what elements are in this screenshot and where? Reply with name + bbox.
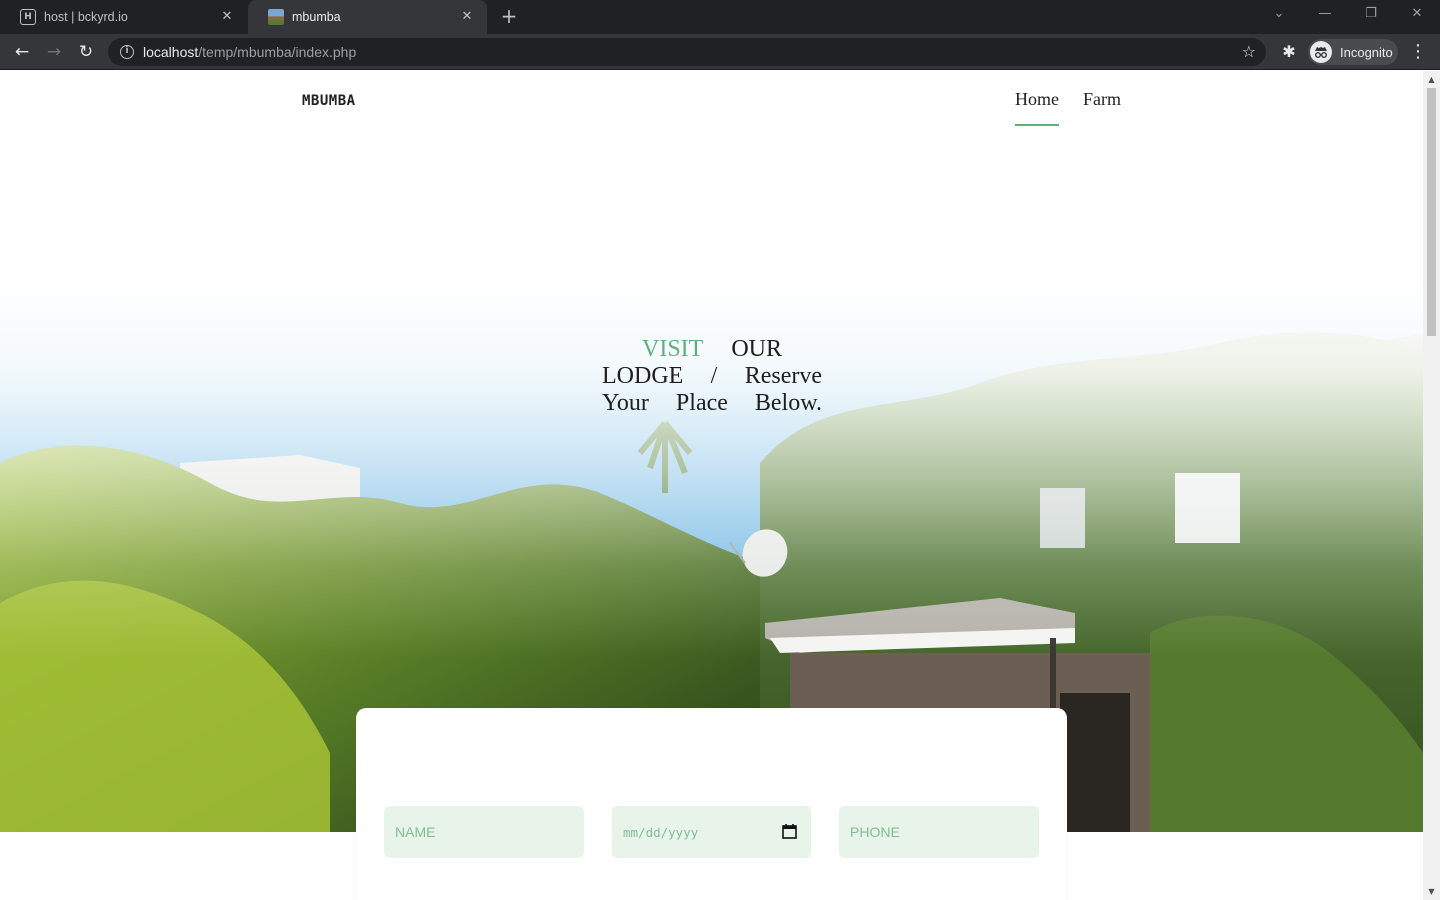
- forward-arrow-icon[interactable]: →: [42, 40, 66, 64]
- site-logo[interactable]: MBUMBA: [302, 93, 356, 109]
- landscape-photo-icon: [268, 9, 284, 25]
- phone-placeholder: PHONE: [850, 824, 900, 840]
- tab-search-chevron-icon[interactable]: ⌄: [1267, 3, 1291, 25]
- hero-line-2: LODGE / Reserve: [602, 363, 822, 389]
- scroll-up-arrow-icon[interactable]: ▲: [1423, 71, 1440, 88]
- tab-title: mbumba: [292, 10, 341, 24]
- hero-heading: VISIT OUR LODGE / Reserve Your Place Bel…: [602, 336, 822, 417]
- extensions-puzzle-icon[interactable]: ✱: [1277, 40, 1301, 64]
- calendar-icon[interactable]: [782, 823, 797, 839]
- window-close-button[interactable]: ✕: [1405, 3, 1429, 25]
- close-icon[interactable]: ✕: [459, 9, 475, 25]
- incognito-profile-button[interactable]: Incognito: [1308, 39, 1398, 65]
- new-tab-button[interactable]: +: [498, 5, 520, 27]
- hero-line-1: VISIT OUR: [602, 336, 822, 363]
- hero-line-1-rest: OUR: [731, 336, 782, 362]
- bookmark-star-icon[interactable]: ☆: [1242, 42, 1256, 62]
- incognito-icon: [1310, 41, 1332, 63]
- url-path: /temp/mbumba/index.php: [198, 44, 357, 60]
- name-input[interactable]: NAME: [384, 806, 584, 858]
- tab-mbumba[interactable]: mbumba ✕: [248, 0, 487, 34]
- nav-link-farm[interactable]: Farm: [1083, 89, 1121, 124]
- h-box-icon: H: [20, 9, 36, 25]
- close-icon[interactable]: ✕: [219, 9, 235, 25]
- tab-bckyrd[interactable]: H host | bckyrd.io ✕: [0, 0, 247, 34]
- minimize-button[interactable]: —: [1313, 3, 1337, 25]
- hero-accent-word: VISIT: [642, 336, 703, 362]
- scroll-down-arrow-icon[interactable]: ▼: [1423, 883, 1440, 900]
- nav-link-home[interactable]: Home: [1015, 89, 1059, 126]
- restore-button[interactable]: ❐: [1359, 3, 1383, 25]
- browser-tab-strip: H host | bckyrd.io ✕ mbumba ✕ + ⌄ — ❐ ✕: [0, 0, 1440, 34]
- name-placeholder: NAME: [395, 824, 436, 840]
- address-bar[interactable]: i localhost/temp/mbumba/index.php ☆: [108, 38, 1266, 66]
- phone-input[interactable]: PHONE: [839, 806, 1039, 858]
- back-arrow-icon[interactable]: ←: [10, 40, 34, 64]
- date-input[interactable]: mm/dd/yyyy: [612, 806, 811, 858]
- site-header: MBUMBA Home Farm: [0, 71, 1423, 133]
- incognito-label: Incognito: [1340, 44, 1393, 60]
- browser-toolbar: ← → ↻ i localhost/temp/mbumba/index.php …: [0, 34, 1440, 70]
- tab-title: host | bckyrd.io: [44, 10, 128, 24]
- url-host: localhost: [143, 44, 199, 60]
- kebab-menu-icon[interactable]: ⋮: [1408, 40, 1428, 64]
- reload-icon[interactable]: ↻: [74, 40, 98, 64]
- date-placeholder: mm/dd/yyyy: [623, 824, 699, 840]
- hero-line-3: Your Place Below.: [602, 390, 822, 416]
- scrollbar-thumb[interactable]: [1427, 88, 1436, 336]
- site-info-icon[interactable]: i: [120, 45, 134, 59]
- booking-form-card: NAME mm/dd/yyyy PHONE: [356, 708, 1067, 900]
- page-viewport: MBUMBA Home Farm VISIT OUR LODGE / Reser…: [0, 71, 1440, 900]
- vertical-scrollbar[interactable]: ▲ ▼: [1423, 71, 1440, 900]
